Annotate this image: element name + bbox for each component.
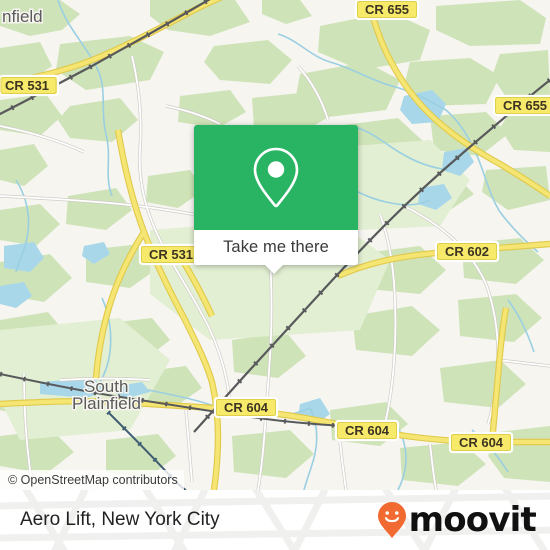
moovit-map-screenshot: nfield South Plainfield CR 655 CR 531 CR…	[0, 0, 550, 550]
osm-attribution[interactable]: © OpenStreetMap contributors	[0, 470, 184, 490]
road-shield-cr531-mid: CR 531	[138, 243, 204, 266]
svg-text:CR 531: CR 531	[149, 247, 193, 262]
road-shield-cr655-right: CR 655	[492, 94, 550, 117]
take-me-there-button[interactable]: Take me there	[223, 238, 329, 257]
moovit-pin-icon	[377, 502, 406, 538]
popup-pin-panel	[194, 125, 358, 230]
road-shield-cr655-top: CR 655	[354, 0, 420, 21]
svg-text:CR 655: CR 655	[503, 98, 547, 113]
svg-text:CR 602: CR 602	[445, 244, 489, 259]
location-title: Aero Lift, New York City	[20, 509, 220, 530]
road-shield-cr604-right: CR 604	[448, 431, 514, 454]
road-shield-cr531-topleft: CR 531	[0, 74, 60, 97]
place-label-2: Plainfield	[72, 394, 141, 413]
svg-text:CR 604: CR 604	[459, 435, 504, 450]
road-shield-cr604-left: CR 604	[213, 396, 279, 419]
popup-tail-arrow	[264, 264, 284, 274]
location-popup-card[interactable]: Take me there	[194, 125, 358, 274]
place-label-0: nfield	[2, 7, 43, 26]
svg-text:CR 531: CR 531	[5, 78, 49, 93]
svg-text:CR 655: CR 655	[365, 2, 409, 17]
moovit-logo[interactable]: moovit	[377, 490, 537, 550]
road-shield-cr604-mid: CR 604	[334, 419, 400, 442]
map-pin-icon	[253, 147, 299, 207]
svg-text:CR 604: CR 604	[224, 400, 269, 415]
moovit-wordmark: moovit	[408, 500, 537, 540]
footer-bar: Aero Lift, New York City moovit	[0, 490, 550, 550]
svg-text:CR 604: CR 604	[345, 423, 390, 438]
popup-action-panel[interactable]: Take me there	[194, 230, 358, 274]
road-shield-cr602: CR 602	[434, 240, 500, 263]
